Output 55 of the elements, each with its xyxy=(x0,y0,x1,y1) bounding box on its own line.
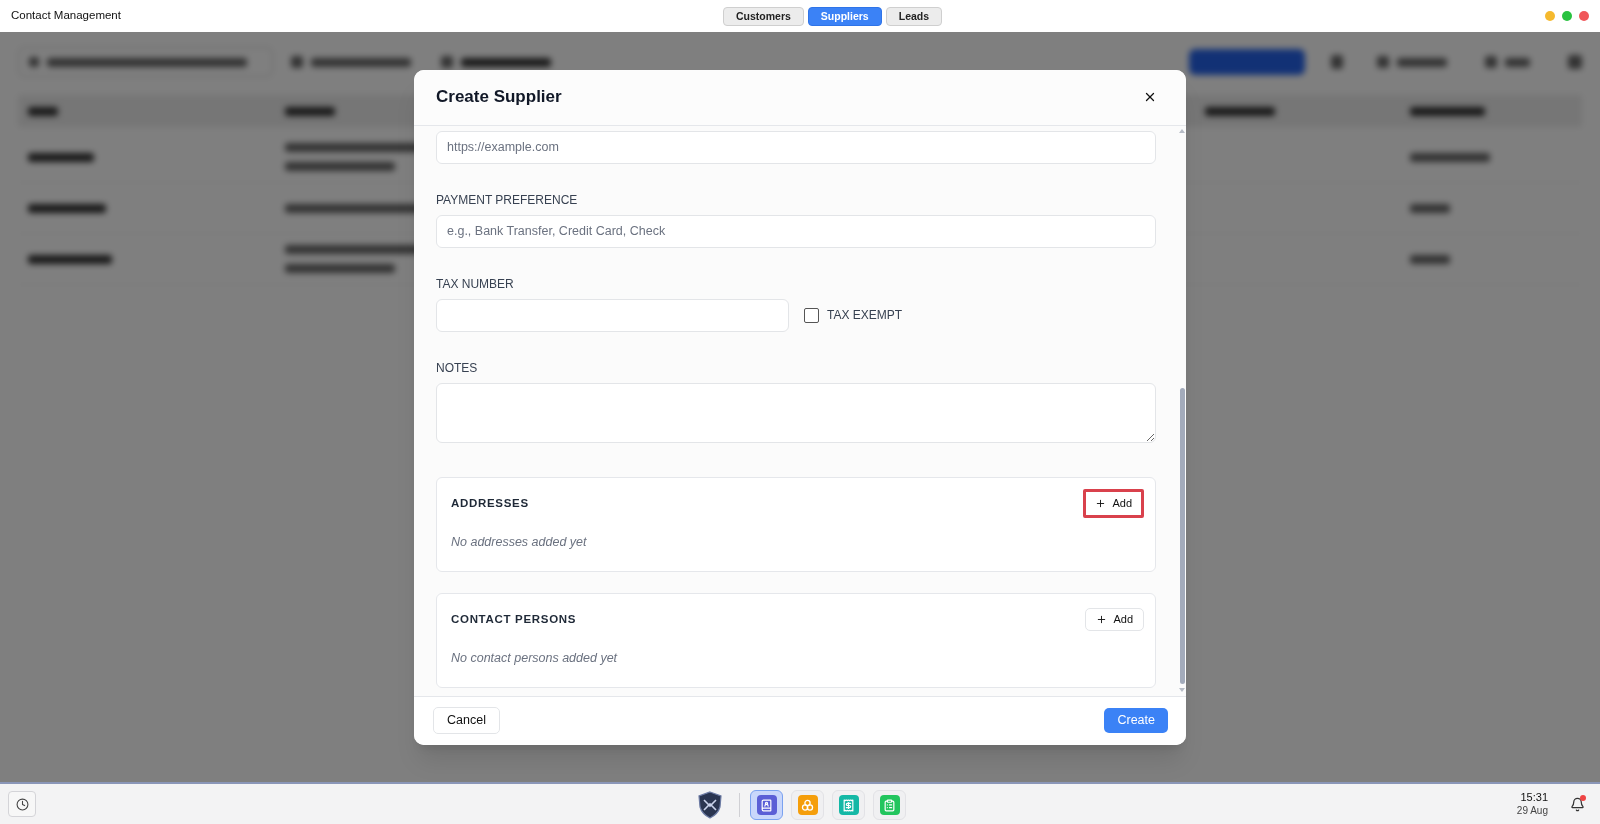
blurred-icon xyxy=(1568,55,1582,69)
blurred-button[interactable] xyxy=(1189,49,1305,75)
blurred-icon xyxy=(29,57,39,67)
cancel-button[interactable]: Cancel xyxy=(433,707,500,734)
blurred-text xyxy=(1410,254,1450,264)
blurred-text xyxy=(1410,203,1450,213)
blurred-icon xyxy=(291,56,303,68)
blurred-icon xyxy=(1331,55,1343,69)
blurred-icon xyxy=(441,56,453,68)
input-field[interactable]: e.g., Bank Transfer, Credit Card, Check xyxy=(436,214,1156,248)
blurred-icon xyxy=(1485,56,1497,68)
tab[interactable]: Suppliers xyxy=(807,7,882,26)
taskbar-app-button[interactable] xyxy=(750,790,783,820)
minimize-button[interactable] xyxy=(1545,11,1555,21)
plus-icon xyxy=(1096,614,1108,625)
checkbox-label: TAX EXEMPT xyxy=(827,307,903,324)
plus-icon xyxy=(1095,498,1107,509)
blurred-text xyxy=(285,106,335,116)
notes-field[interactable] xyxy=(436,382,1156,443)
field-label: TAX NUMBER xyxy=(436,275,515,293)
tab[interactable]: Leads xyxy=(885,7,943,26)
clock-icon xyxy=(15,797,29,811)
field-label: PAYMENT PREFERENCE xyxy=(436,191,579,209)
dialog-title: Create Supplier xyxy=(436,86,562,109)
clock-time: 15:31 xyxy=(1520,791,1548,804)
clock-date: 29 Aug xyxy=(1516,804,1548,817)
checkbox[interactable] xyxy=(804,307,819,323)
scroll-down-arrow-icon[interactable] xyxy=(1179,687,1185,692)
blurred-text xyxy=(28,106,58,116)
scrollbar-thumb[interactable] xyxy=(1179,387,1185,684)
blurred-text xyxy=(1397,57,1447,67)
blurred-text xyxy=(28,152,94,162)
scroll-up-arrow-icon[interactable] xyxy=(1179,128,1185,133)
blurred-text xyxy=(1205,106,1275,116)
blurred-text xyxy=(1505,57,1530,67)
clock-button[interactable] xyxy=(8,791,36,817)
tab[interactable]: Customers xyxy=(723,7,804,26)
field-label: NOTES xyxy=(436,359,479,377)
blurred-icon xyxy=(1377,56,1389,68)
maximize-button[interactable] xyxy=(1562,11,1572,21)
window-title: Contact Management xyxy=(11,8,121,24)
shield-logo-icon[interactable] xyxy=(697,791,723,819)
blurred-search-field[interactable] xyxy=(18,47,273,77)
input-field[interactable]: https://example.com xyxy=(436,130,1156,164)
section-title: ADDRESSES xyxy=(451,495,529,511)
section-title: CONTACT PERSONS xyxy=(451,611,577,627)
bell-icon xyxy=(1569,796,1585,812)
create-button[interactable]: Create xyxy=(1104,708,1168,733)
close-button[interactable] xyxy=(1579,11,1589,21)
empty-message: No addresses added yet xyxy=(451,533,588,550)
close-icon[interactable] xyxy=(1143,90,1157,104)
input-field[interactable] xyxy=(436,298,789,332)
add-button[interactable]: Add xyxy=(1085,608,1144,631)
empty-message: No contact persons added yet xyxy=(451,649,619,666)
add-button[interactable]: Add xyxy=(1083,489,1144,518)
